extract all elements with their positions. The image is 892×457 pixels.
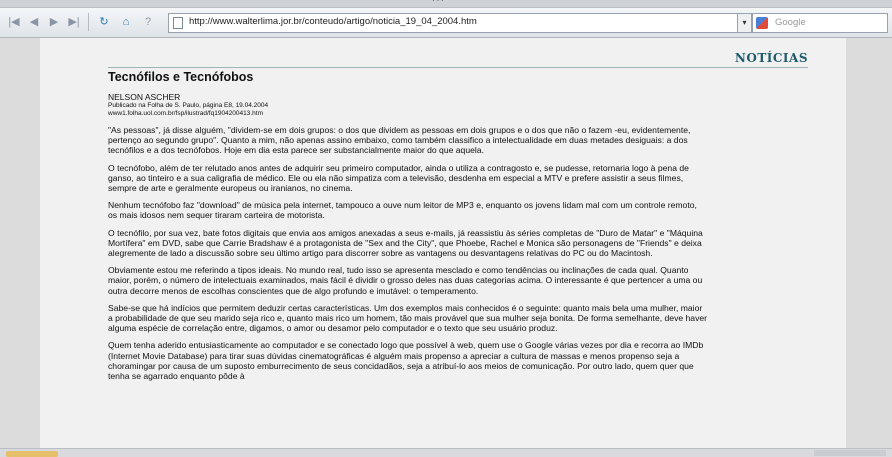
header-rule bbox=[108, 67, 808, 68]
help-icon[interactable]: ? bbox=[140, 14, 156, 30]
forward-arrow-icon[interactable]: ▶ bbox=[46, 14, 62, 30]
article-paragraph: Obviamente estou me referindo a tipos id… bbox=[108, 265, 703, 296]
page-body: NOTÍCIAS Tecnófilos e Tecnófobos NELSON … bbox=[40, 38, 846, 448]
article-title: Tecnófilos e Tecnófobos bbox=[108, 70, 254, 84]
article-paragraph: O tecnófilo, por sua vez, bate fotos dig… bbox=[108, 227, 703, 259]
status-controls bbox=[814, 450, 886, 456]
article: Tecnófilos e Tecnófobos NELSON ASCHER Pu… bbox=[108, 70, 708, 381]
page-icon bbox=[173, 17, 183, 29]
search-placeholder: Google bbox=[775, 17, 806, 28]
article-source-url: www1.folha.uol.com.br/fsp/ilustrad/fq190… bbox=[108, 110, 264, 117]
toolbar-separator bbox=[88, 13, 89, 31]
window-top-grip: ··· bbox=[0, 0, 892, 8]
google-icon bbox=[756, 17, 768, 29]
grip-dots: ··· bbox=[432, 0, 445, 6]
last-page-icon[interactable]: ▶| bbox=[66, 14, 82, 30]
article-paragraph: "As pessoas", já disse alguém, "dividem-… bbox=[108, 125, 691, 156]
page-viewport: NOTÍCIAS Tecnófilos e Tecnófobos NELSON … bbox=[0, 38, 892, 448]
article-paragraph: Nenhum tecnófobo faz "download" de músic… bbox=[108, 200, 697, 221]
article-published: Publicado na Folha de S. Paulo, página E… bbox=[108, 102, 269, 109]
reload-icon[interactable]: ↻ bbox=[96, 14, 112, 30]
browser-toolbar: |◀ ◀ ▶ ▶| ↻ ⌂ ? http://www.walterlima.jo… bbox=[0, 8, 892, 38]
address-bar[interactable]: http://www.walterlima.jor.br/conteudo/ar… bbox=[168, 13, 742, 33]
first-page-icon[interactable]: |◀ bbox=[6, 14, 22, 30]
article-author: NELSON ASCHER bbox=[108, 92, 181, 102]
address-url: http://www.walterlima.jor.br/conteudo/ar… bbox=[189, 16, 477, 27]
article-paragraph: Quem tenha aderido entusiasticamente ao … bbox=[108, 340, 704, 382]
back-arrow-icon[interactable]: ◀ bbox=[26, 14, 42, 30]
article-paragraph: O tecnófobo, além de ter relutado anos a… bbox=[108, 162, 689, 194]
home-icon[interactable]: ⌂ bbox=[118, 14, 134, 30]
article-paragraph: Sabe-se que há indícios que permitem ded… bbox=[108, 302, 708, 334]
section-label: NOTÍCIAS bbox=[734, 51, 808, 65]
address-dropdown-icon[interactable]: ▾ bbox=[737, 13, 752, 33]
status-progress bbox=[6, 451, 58, 457]
search-box[interactable]: Google bbox=[752, 13, 888, 33]
